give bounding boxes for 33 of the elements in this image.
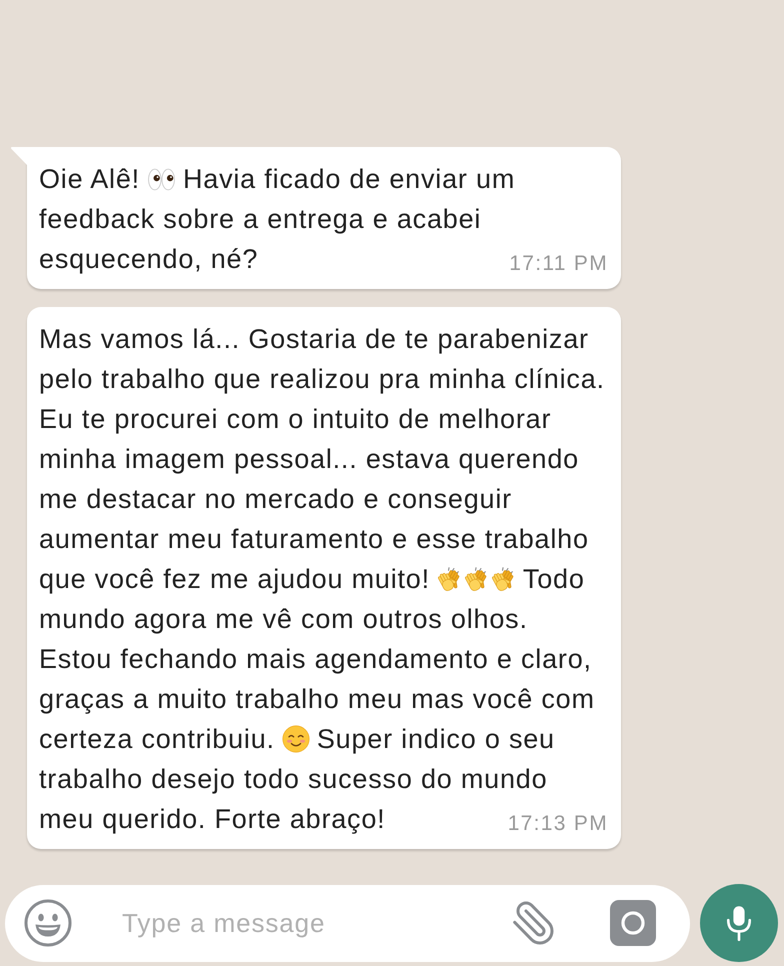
- message-text: me destacar no mercado e conseguir: [39, 483, 512, 515]
- camera-icon: [610, 900, 656, 946]
- message-text: Todo: [522, 563, 585, 595]
- message-text: graças a muito trabalho meu mas você com: [39, 683, 595, 715]
- message-text: Havia ficado de enviar um: [182, 163, 516, 195]
- message-text: feedback sobre a entrega e acabei: [39, 203, 482, 235]
- clapping-hands-icon: [490, 566, 516, 592]
- message-text: Eu te procurei com o intuito de melhorar: [39, 403, 552, 435]
- eyes-icon: [146, 168, 176, 190]
- message-field[interactable]: Type a message: [5, 884, 690, 962]
- message-text: aumentar meu faturamento e esse trabalho: [39, 523, 589, 555]
- message-text: trabalho desejo todo sucesso do mundo: [39, 763, 548, 795]
- emoji-button[interactable]: [24, 899, 72, 947]
- message-text: Mas vamos lá... Gostaria de te parabenizar: [39, 323, 589, 355]
- clapping-hands-icon: [436, 566, 462, 592]
- message-time: 17:11 PM: [509, 252, 608, 276]
- message-text: Estou fechando mais agendamento e claro,: [39, 643, 592, 675]
- message-text: meu querido. Forte abraço!: [39, 803, 386, 835]
- message-text: Super indico o seu: [316, 723, 555, 755]
- message-text: mundo agora me vê com outros olhos.: [39, 603, 528, 635]
- message-text: Oie Alê!: [39, 163, 140, 195]
- message-time: 17:13 PM: [508, 812, 608, 836]
- camera-button[interactable]: [610, 900, 656, 946]
- message-input[interactable]: Type a message: [122, 899, 502, 947]
- message-text: minha imagem pessoal... estava querendo: [39, 443, 579, 475]
- microphone-icon: [725, 905, 753, 941]
- smiling-face-icon: [282, 725, 310, 753]
- message-text: pelo trabalho que realizou pra minha clínica.: [39, 363, 605, 395]
- message-text: esquecendo, né?: [39, 243, 258, 275]
- message-text: que você fez me ajudou muito!: [39, 563, 430, 595]
- message-text: certeza contribuiu.: [39, 723, 275, 755]
- clapping-hands-icon: [464, 566, 489, 592]
- smiley-icon: [24, 899, 72, 947]
